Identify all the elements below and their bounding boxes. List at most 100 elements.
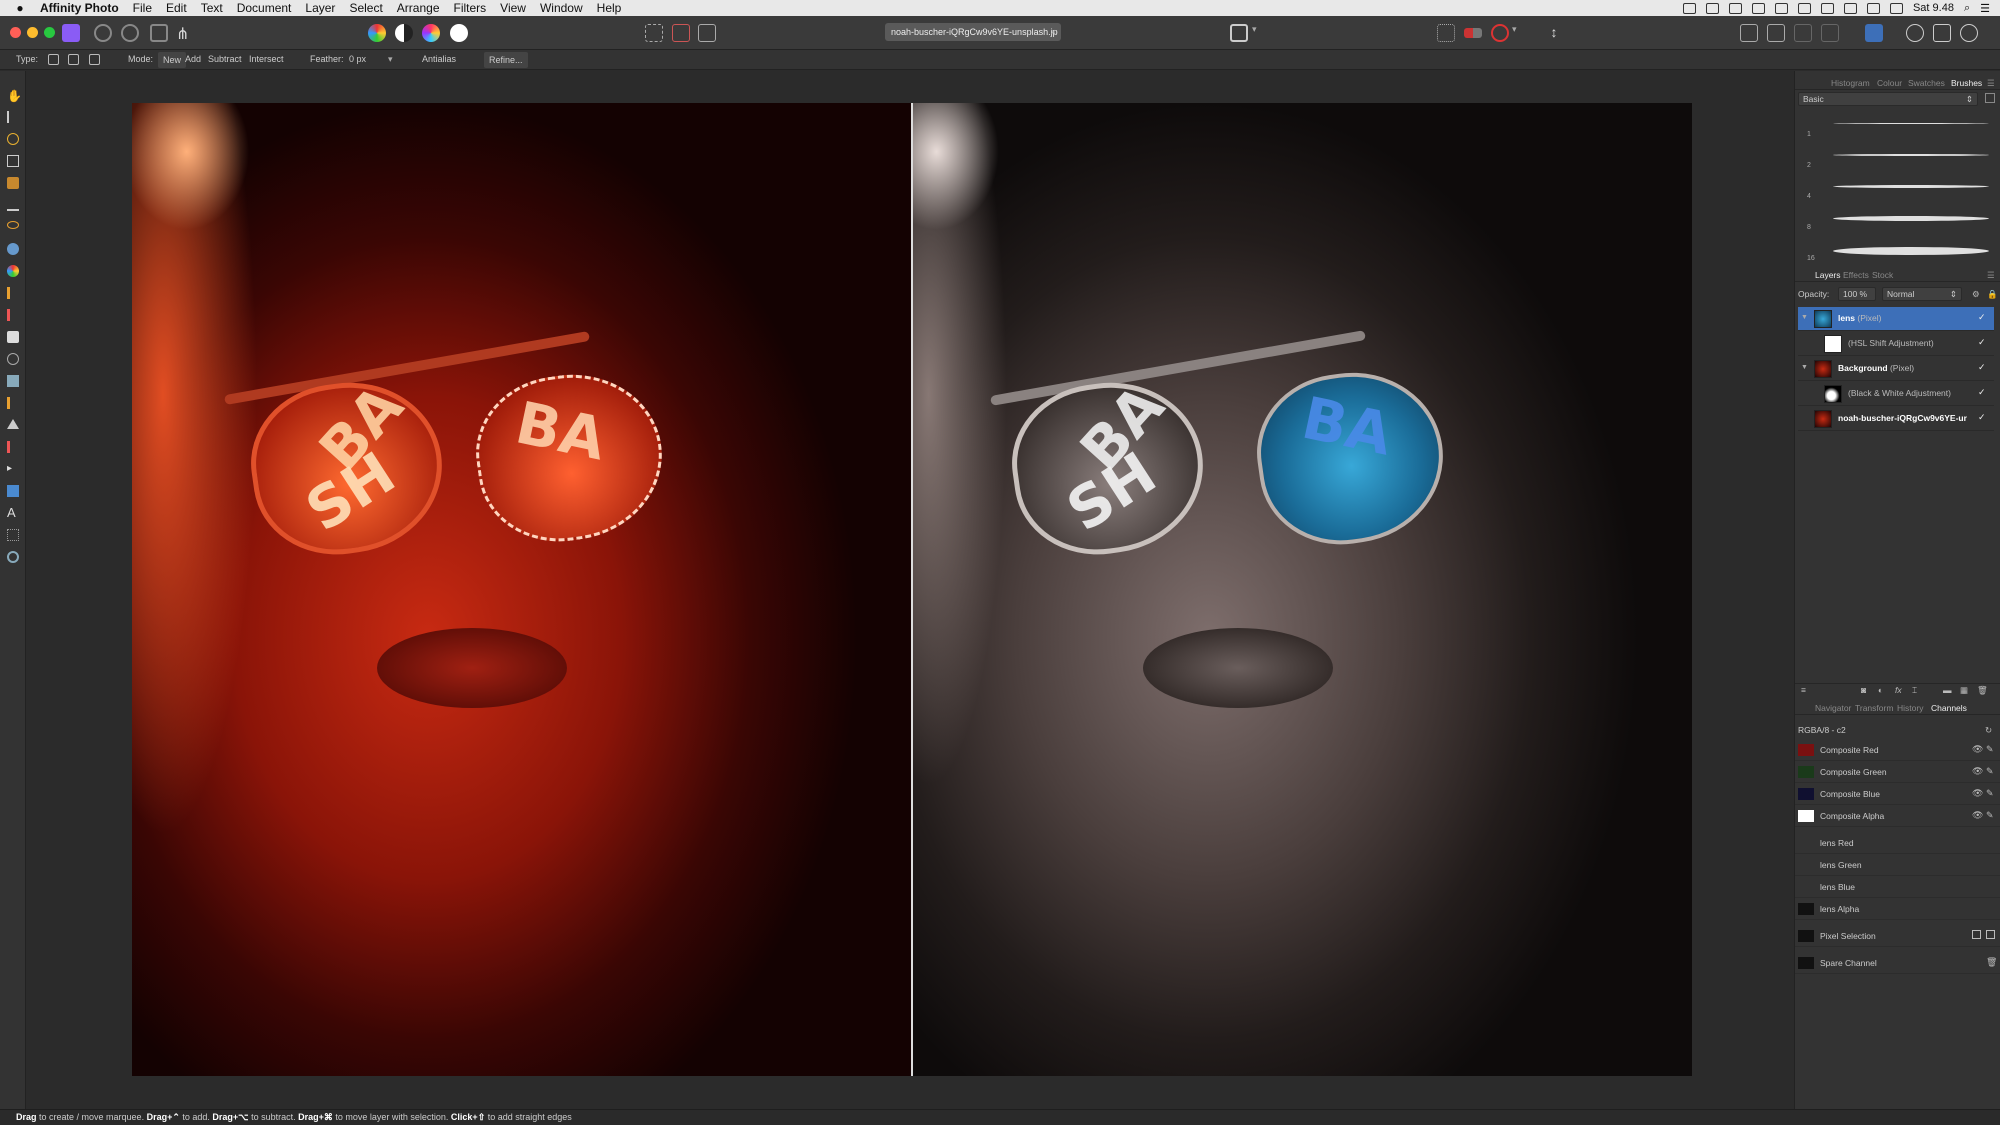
share-icon[interactable] xyxy=(1960,24,1978,42)
gradient-tool-icon[interactable] xyxy=(7,265,19,277)
tab-history[interactable]: History xyxy=(1897,703,1923,713)
fx-icon[interactable]: fx xyxy=(1895,685,1902,695)
tab-stock[interactable]: Stock xyxy=(1872,270,1893,280)
grid-icon[interactable] xyxy=(1437,24,1455,42)
brush-options-icon[interactable] xyxy=(1985,93,1995,103)
battery-icon[interactable] xyxy=(1889,2,1903,14)
zoom-tool-icon[interactable] xyxy=(7,551,19,563)
menu-select[interactable]: Select xyxy=(349,1,382,15)
search-icon[interactable]: ⌕ xyxy=(1964,2,1970,15)
control-center-icon[interactable]: ☰ xyxy=(1980,2,1990,15)
minimize-window-button[interactable] xyxy=(27,27,38,38)
export-persona-icon[interactable]: ⋔ xyxy=(176,24,194,43)
tab-effects[interactable]: Effects xyxy=(1843,270,1869,280)
freehand-selection-icon[interactable] xyxy=(48,54,59,65)
trash-icon[interactable]: 🗑 xyxy=(1977,685,1988,696)
right-lens-blue[interactable]: BA xyxy=(1247,360,1454,556)
photo-right-half[interactable]: BA SH BA xyxy=(913,103,1692,1076)
menu-help[interactable]: Help xyxy=(597,1,622,15)
dodge-brush-tool-icon[interactable] xyxy=(7,353,19,365)
eye-icon[interactable]: 👁 xyxy=(1972,744,1983,754)
photo-persona-icon[interactable] xyxy=(62,24,80,42)
rectangle-tool-icon[interactable] xyxy=(7,485,19,497)
gear-icon[interactable]: ⚙ xyxy=(1972,289,1980,300)
layer-row-hsl-shift[interactable]: (HSL Shift Adjustment) ✓ xyxy=(1798,332,1994,356)
layers-stack-icon[interactable]: ≡ xyxy=(1801,685,1806,695)
studio-icon[interactable] xyxy=(1933,24,1951,42)
channel-row-lens-red[interactable]: lens Red xyxy=(1795,833,2000,854)
arrange-back-icon[interactable] xyxy=(1740,24,1758,42)
auto-white-balance-icon[interactable] xyxy=(450,24,468,42)
tab-navigator[interactable]: Navigator xyxy=(1815,703,1851,713)
clone-brush-tool-icon[interactable] xyxy=(7,375,19,387)
chevron-down-icon[interactable]: ▾ xyxy=(1512,24,1530,42)
auto-colours-icon[interactable] xyxy=(422,24,440,42)
pencil-icon[interactable]: ✎ xyxy=(1986,766,1995,776)
crop-tool-icon[interactable] xyxy=(7,155,19,167)
view-tool-icon[interactable]: ✋ xyxy=(7,89,22,103)
colour-replacement-tool-icon[interactable] xyxy=(7,309,19,321)
menu-document[interactable]: Document xyxy=(237,1,292,15)
close-window-button[interactable] xyxy=(10,27,21,38)
invert-selection-icon[interactable] xyxy=(698,24,716,42)
tab-layers[interactable]: Layers xyxy=(1815,270,1841,280)
develop-persona-icon[interactable] xyxy=(121,24,139,42)
tab-histogram[interactable]: Histogram xyxy=(1831,78,1870,88)
freehand-selection-tool-icon[interactable] xyxy=(7,221,19,229)
mode-new-button[interactable]: New xyxy=(158,52,187,68)
red-eye-tool-icon[interactable] xyxy=(7,441,19,453)
paint-brush-tool-icon[interactable] xyxy=(7,287,19,299)
mesh-warp-tool-icon[interactable] xyxy=(7,529,19,541)
dropbox-icon[interactable] xyxy=(1705,2,1719,14)
apple-icon[interactable]: ● xyxy=(0,1,40,15)
selection-toggle-icon[interactable] xyxy=(1986,930,1995,939)
adjustment-icon[interactable]: ◐ xyxy=(1878,685,1883,695)
antialias-checkbox[interactable]: Antialias xyxy=(422,54,456,64)
brush-category-dropdown[interactable]: Basic ⇕ xyxy=(1798,92,1978,106)
eye-icon[interactable]: 👁 xyxy=(1972,766,1983,776)
menu-text[interactable]: Text xyxy=(201,1,223,15)
volume-icon[interactable] xyxy=(1820,2,1834,14)
panel-menu-icon[interactable]: ☰ xyxy=(1987,270,1995,281)
mode-intersect-button[interactable]: Intersect xyxy=(249,54,284,64)
mask-toggle-icon[interactable] xyxy=(1972,930,1981,939)
layer-row-black-white[interactable]: (Black & White Adjustment) ✓ xyxy=(1798,382,1994,406)
menu-app-name[interactable]: Affinity Photo xyxy=(40,1,119,15)
brush-item[interactable]: 8 xyxy=(1795,204,2000,234)
chevron-down-icon[interactable]: ▼ xyxy=(1801,364,1808,371)
arrange-icon[interactable] xyxy=(1794,24,1812,42)
live-filter-icon[interactable]: ⌶ xyxy=(1912,685,1917,696)
selection-brush-tool-icon[interactable] xyxy=(7,177,19,189)
menu-view[interactable]: View xyxy=(500,1,526,15)
flood-select-tool-icon[interactable] xyxy=(7,199,19,211)
cloud-icon[interactable] xyxy=(1751,2,1765,14)
align-icon[interactable] xyxy=(1865,24,1883,42)
polygonal-selection-icon[interactable] xyxy=(68,54,79,65)
layer-row-background[interactable]: ▼ Background (Pixel) ✓ xyxy=(1798,357,1994,381)
liquify-persona-icon[interactable] xyxy=(94,24,112,42)
brush-item[interactable]: 16 xyxy=(1795,235,2000,265)
layer-visibility-checkbox[interactable]: ✓ xyxy=(1978,387,1988,397)
colour-picker-tool-icon[interactable] xyxy=(7,133,19,145)
menu-layer[interactable]: Layer xyxy=(305,1,335,15)
channel-row-composite-alpha[interactable]: Composite Alpha 👁 ✎ xyxy=(1795,806,2000,827)
chevron-down-icon[interactable]: ▼ xyxy=(1801,314,1808,321)
brush-item[interactable]: 2 xyxy=(1795,142,2000,172)
sharpen-tool-icon[interactable] xyxy=(7,419,19,429)
eye-icon[interactable]: 👁 xyxy=(1972,788,1983,798)
channel-row-spare-channel[interactable]: Spare Channel 🗑 xyxy=(1795,953,2000,974)
mode-add-button[interactable]: Add xyxy=(185,54,201,64)
mask-icon[interactable]: ◙ xyxy=(1861,685,1866,695)
channel-row-lens-alpha[interactable]: lens Alpha xyxy=(1795,899,2000,920)
mode-subtract-button[interactable]: Subtract xyxy=(208,54,242,64)
lock-icon[interactable]: 🔒 xyxy=(1987,289,1998,300)
add-layer-icon[interactable]: ▦ xyxy=(1960,685,1968,696)
menu-clock[interactable]: Sat 9.48 xyxy=(1913,2,1954,14)
status-icon-1[interactable] xyxy=(1682,2,1696,14)
arrange-icon-2[interactable] xyxy=(1821,24,1839,42)
text-tool-icon[interactable]: A xyxy=(7,506,19,519)
channel-row-lens-blue[interactable]: lens Blue xyxy=(1795,877,2000,898)
display-icon[interactable] xyxy=(1774,2,1788,14)
move-icon[interactable]: ↕ xyxy=(1545,24,1563,42)
pencil-icon[interactable]: ✎ xyxy=(1986,788,1995,798)
